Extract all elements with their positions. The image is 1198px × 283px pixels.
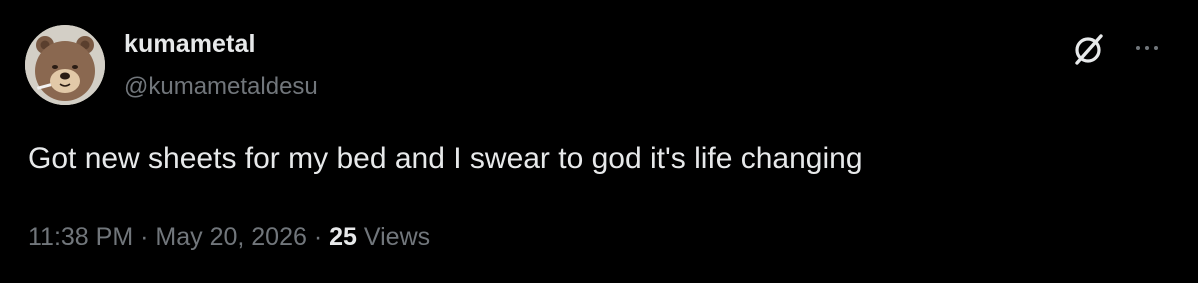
views-count: 25	[329, 223, 357, 251]
views-label: Views	[363, 223, 431, 251]
tweet: kumametal @kumametaldesu Got new sheets …	[0, 0, 1198, 283]
more-dot	[1154, 46, 1158, 50]
meta-separator: ·	[313, 223, 323, 251]
tweet-text: Got new sheets for my bed and I swear to…	[28, 142, 863, 175]
more-options-icon[interactable]	[1128, 36, 1166, 60]
bear-avatar-icon	[25, 25, 105, 105]
more-dot	[1145, 46, 1149, 50]
user-handle[interactable]: @kumametaldesu	[124, 73, 318, 101]
tweet-meta: 11:38 PM · May 20, 2026 · 25 Views	[28, 223, 430, 252]
grok-icon[interactable]	[1070, 30, 1108, 68]
tweet-time[interactable]: 11:38 PM	[28, 223, 133, 251]
more-dot	[1136, 46, 1140, 50]
display-name[interactable]: kumametal	[124, 30, 256, 59]
tweet-date[interactable]: May 20, 2026	[155, 223, 307, 251]
meta-separator: ·	[140, 223, 149, 251]
avatar[interactable]	[25, 25, 105, 105]
